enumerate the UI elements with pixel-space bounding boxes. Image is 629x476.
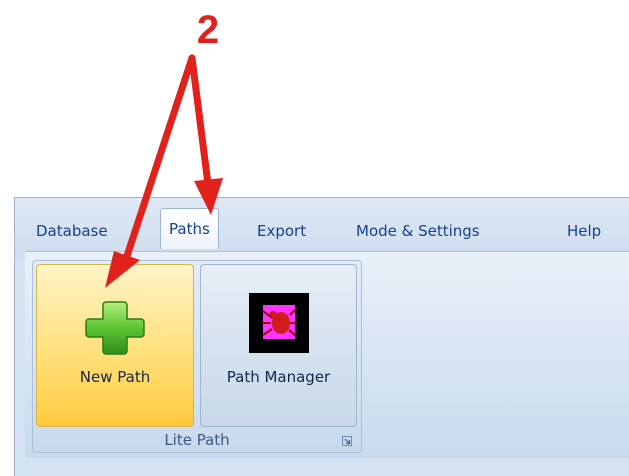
ribbon-panel: New Path Path Manager Lite Path [25, 251, 629, 458]
path-manager-button[interactable]: Path Manager [200, 264, 357, 427]
dialog-launcher-icon[interactable] [342, 436, 352, 446]
arrow-to-paths-tab [188, 54, 223, 215]
path-manager-label: Path Manager [226, 368, 331, 386]
lite-path-group: New Path Path Manager Lite Path [32, 260, 362, 453]
tab-export[interactable]: Export [257, 220, 306, 242]
ribbon-tab-strip: Database Paths Export Mode & Settings He… [15, 198, 629, 258]
tab-help[interactable]: Help [567, 220, 601, 242]
new-path-button[interactable]: New Path [36, 264, 194, 427]
green-plus-icon [85, 301, 145, 355]
group-label-lite-path: Lite Path [164, 431, 230, 449]
ribbon: Database Paths Export Mode & Settings He… [14, 197, 629, 476]
tab-paths[interactable]: Paths [160, 208, 219, 249]
tab-database[interactable]: Database [36, 220, 108, 242]
step-number-annotation: 2 [196, 8, 220, 52]
magenta-bug-icon [249, 293, 309, 353]
new-path-label: New Path [79, 368, 151, 386]
tab-mode-settings[interactable]: Mode & Settings [356, 220, 480, 242]
